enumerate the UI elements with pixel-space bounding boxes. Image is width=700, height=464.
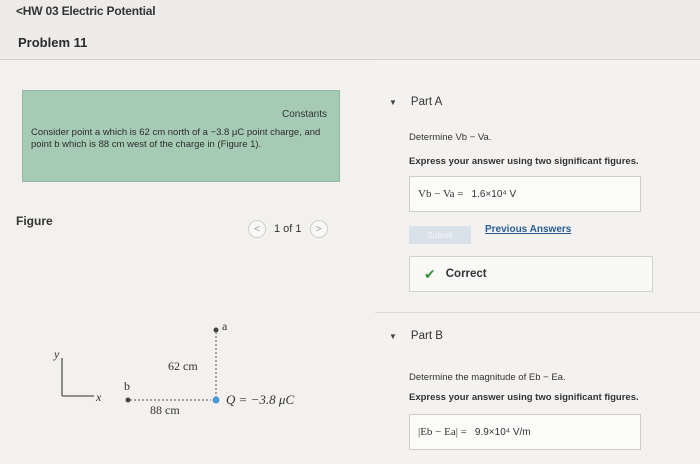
part-a-instruction: Express your answer using two significan…: [409, 156, 639, 167]
problem-statement-box: Constants Consider point a which is 62 c…: [22, 90, 340, 182]
point-b: [125, 397, 131, 403]
problem-title: Problem 11: [18, 35, 88, 50]
part-b-answer-field[interactable]: |Eb − Ea| = 9.9×10⁴ V/m: [409, 414, 641, 450]
part-a-answer-lhs: Vb − Va =: [418, 188, 464, 200]
collapse-caret-icon: ▼: [389, 331, 397, 341]
point-b-label: b: [124, 379, 130, 393]
point-a-label: a: [222, 319, 228, 333]
y-axis-label: y: [53, 347, 60, 361]
divider: [375, 312, 700, 313]
charge-label: Q = −3.8 μC: [226, 392, 294, 407]
correct-label: Correct: [445, 268, 487, 280]
point-a: [213, 327, 219, 333]
part-b-header[interactable]: ▼ Part B: [389, 330, 443, 342]
part-a-header[interactable]: ▼ Part A: [389, 96, 442, 108]
previous-answers-link[interactable]: Previous Answers: [485, 224, 571, 235]
top-bar: <HW 03 Electric Potential Problem 11: [0, 0, 700, 60]
vertical-distance-label: 62 cm: [168, 359, 198, 373]
correct-feedback: ✔ Correct: [409, 256, 653, 292]
problem-text: Consider point a which is 62 cm north of…: [31, 127, 321, 150]
part-b-answer-value: 9.9×10⁴ V/m: [474, 426, 531, 438]
left-panel: Constants Consider point a which is 62 c…: [0, 60, 375, 464]
back-to-assignment-link[interactable]: <HW 03 Electric Potential: [16, 4, 156, 18]
point-charge: [212, 396, 220, 404]
part-b-answer-lhs: |Eb − Ea| =: [418, 426, 467, 438]
horizontal-distance-label: 88 cm: [150, 403, 180, 417]
part-b-prompt: Determine the magnitude of Eb − Ea.: [409, 372, 566, 383]
pager-text: 1 of 1: [274, 223, 302, 235]
part-a-prompt: Determine Vb − Va.: [409, 132, 492, 143]
part-b-title: Part B: [410, 330, 443, 342]
check-icon: ✔: [424, 265, 436, 282]
figure-pager: < 1 of 1 >: [248, 220, 328, 238]
part-a-title: Part A: [410, 96, 443, 108]
x-axis-label: x: [95, 390, 102, 404]
pager-next-button[interactable]: >: [309, 220, 328, 238]
part-a-answer-field[interactable]: Vb − Va = 1.6×10⁴ V: [409, 176, 641, 212]
collapse-caret-icon: ▼: [389, 97, 397, 107]
pager-prev-button[interactable]: <: [248, 220, 266, 238]
figure-label: Figure: [16, 214, 53, 228]
constants-link[interactable]: Constants: [282, 109, 327, 120]
right-panel: ▼ Part A Determine Vb − Va. Express your…: [375, 60, 700, 464]
figure-diagram: y x a 62 cm b 88 cm Q = −3.8 μC: [53, 319, 294, 417]
submit-button[interactable]: Submit: [409, 226, 471, 244]
part-b-instruction: Express your answer using two significan…: [409, 392, 639, 403]
part-a-answer-value: 1.6×10⁴ V: [471, 188, 517, 200]
